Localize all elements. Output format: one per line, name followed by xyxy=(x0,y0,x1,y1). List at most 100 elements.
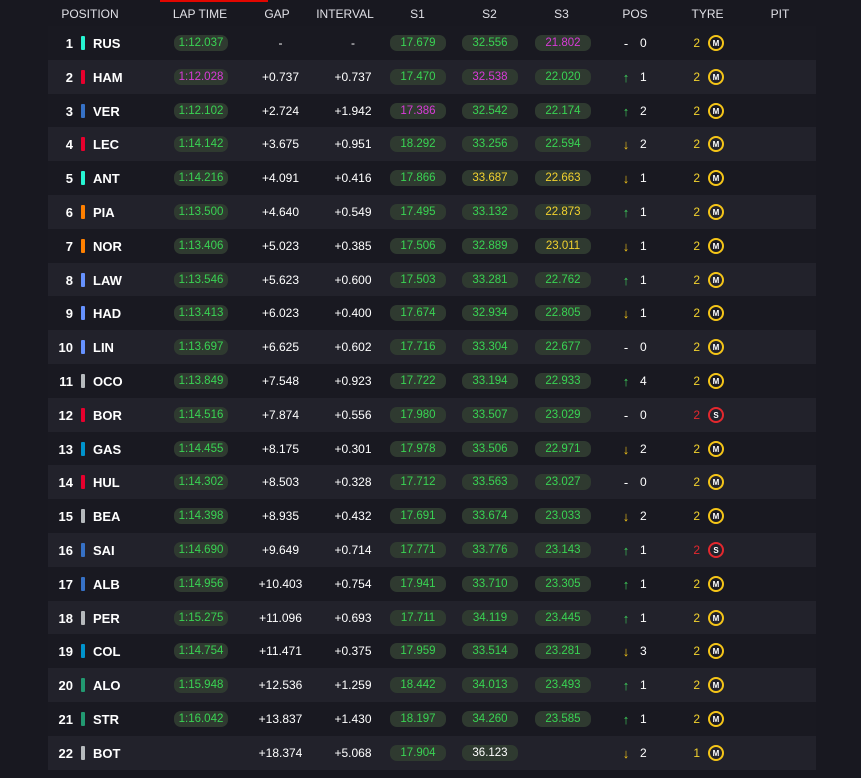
sector-3-time: 23.029 xyxy=(535,407,591,423)
driver-code[interactable]: BEA xyxy=(93,499,153,533)
table-row[interactable]: 4 LEC 1:14.142 +3.675 +0.951 18.292 33.2… xyxy=(48,127,816,161)
driver-code[interactable]: PER xyxy=(93,601,153,635)
table-row[interactable]: 19 COL 1:14.754 +11.471 +0.375 17.959 33… xyxy=(48,634,816,668)
table-row[interactable]: 15 BEA 1:14.398 +8.935 +0.432 17.691 33.… xyxy=(48,499,816,533)
header-interval[interactable]: INTERVAL xyxy=(310,7,380,21)
table-row[interactable]: 22 BOT +18.374 +5.068 17.904 36.123 ↓ 2 xyxy=(48,736,816,770)
gap-value: +8.935 xyxy=(261,509,300,523)
position-change: ↑ 1 xyxy=(618,567,668,601)
header-s2[interactable]: S2 xyxy=(472,7,507,21)
table-row[interactable]: 21 STR 1:16.042 +13.837 +1.430 18.197 34… xyxy=(48,702,816,736)
driver-code[interactable]: ALB xyxy=(93,567,153,601)
driver-code[interactable]: LIN xyxy=(93,330,153,364)
table-row[interactable]: 14 HUL 1:14.302 +8.503 +0.328 17.712 33.… xyxy=(48,465,816,499)
driver-code[interactable]: COL xyxy=(93,634,153,668)
driver-code[interactable]: ANT xyxy=(93,161,153,195)
table-row[interactable]: 1 RUS 1:12.037 - - 17.679 32.556 21.802 … xyxy=(48,26,816,60)
tyre-age: 2 xyxy=(693,239,700,253)
medium-tyre-icon: M xyxy=(708,339,724,355)
lap-time-cell: 1:12.102 xyxy=(172,94,230,128)
header-pos[interactable]: POS xyxy=(615,7,655,21)
sector-1-time: 17.959 xyxy=(390,643,446,659)
header-position[interactable]: POSITION xyxy=(50,7,130,21)
header-s3[interactable]: S3 xyxy=(544,7,579,21)
driver-code[interactable]: OCO xyxy=(93,364,153,398)
table-row[interactable]: 20 ALO 1:15.948 +12.536 +1.259 18.442 34… xyxy=(48,668,816,702)
driver-code[interactable]: PIA xyxy=(93,195,153,229)
table-row[interactable]: 5 ANT 1:14.216 +4.091 +0.416 17.866 33.6… xyxy=(48,161,816,195)
medium-tyre-icon: M xyxy=(708,610,724,626)
sector-3-cell: 22.971 xyxy=(535,432,591,466)
driver-code[interactable]: HAM xyxy=(93,60,153,94)
tyre-compound-letter: M xyxy=(712,38,720,48)
position-down-arrow-icon: ↓ xyxy=(622,305,630,321)
driver-code[interactable]: HAD xyxy=(93,296,153,330)
sector-2-cell: 34.119 xyxy=(462,601,518,635)
lap-time: 1:12.037 xyxy=(173,35,229,51)
sector-3-cell: 23.445 xyxy=(535,601,591,635)
tyre-age: 2 xyxy=(693,509,700,523)
gap-value: +0.737 xyxy=(261,70,300,84)
position-up-arrow-icon: ↑ xyxy=(622,677,630,693)
tyre-compound-letter: M xyxy=(712,241,720,251)
sector-1-time: 17.722 xyxy=(390,373,446,389)
table-row[interactable]: 17 ALB 1:14.956 +10.403 +0.754 17.941 33… xyxy=(48,567,816,601)
sector-1-time: 17.904 xyxy=(390,745,446,761)
header-pit[interactable]: PIT xyxy=(760,7,800,21)
table-row[interactable]: 9 HAD 1:13.413 +6.023 +0.400 17.674 32.9… xyxy=(48,296,816,330)
table-row[interactable]: 16 SAI 1:14.690 +9.649 +0.714 17.771 33.… xyxy=(48,533,816,567)
table-row[interactable]: 3 VER 1:12.102 +2.724 +1.942 17.386 32.5… xyxy=(48,94,816,128)
position-change: ↑ 1 xyxy=(618,60,668,94)
lap-time-cell: 1:13.406 xyxy=(172,229,230,263)
driver-code[interactable]: LAW xyxy=(93,263,153,297)
position-change-value: 0 xyxy=(640,408,647,422)
sector-2-time: 33.194 xyxy=(462,373,518,389)
lap-time-cell: 1:14.302 xyxy=(172,465,230,499)
position-change: ↑ 1 xyxy=(618,601,668,635)
tyre-age: 2 xyxy=(693,273,700,287)
driver-code[interactable]: BOT xyxy=(93,736,153,770)
table-row[interactable]: 2 HAM 1:12.028 +0.737 +0.737 17.470 32.5… xyxy=(48,60,816,94)
header-lap-time[interactable]: LAP TIME xyxy=(160,7,240,21)
position-number: 1 xyxy=(65,35,73,51)
tyre-cell: 2 M xyxy=(688,668,732,702)
table-row[interactable]: 7 NOR 1:13.406 +5.023 +0.385 17.506 32.8… xyxy=(48,229,816,263)
tyre-cell: 2 M xyxy=(688,634,732,668)
position-change-value: 1 xyxy=(640,611,647,625)
table-row[interactable]: 10 LIN 1:13.697 +6.625 +0.602 17.716 33.… xyxy=(48,330,816,364)
driver-code[interactable]: STR xyxy=(93,702,153,736)
tyre-compound-letter: M xyxy=(712,139,720,149)
table-row[interactable]: 8 LAW 1:13.546 +5.623 +0.600 17.503 33.2… xyxy=(48,263,816,297)
header-gap[interactable]: GAP xyxy=(247,7,307,21)
table-row[interactable]: 11 OCO 1:13.849 +7.548 +0.923 17.722 33.… xyxy=(48,364,816,398)
sector-1-cell: 17.711 xyxy=(390,601,446,635)
table-row[interactable]: 6 PIA 1:13.500 +4.640 +0.549 17.495 33.1… xyxy=(48,195,816,229)
header-tyre[interactable]: TYRE xyxy=(685,7,730,21)
medium-tyre-icon: M xyxy=(708,373,724,389)
position-unchanged-dash-icon: - xyxy=(623,407,629,423)
sector-2-cell: 32.889 xyxy=(462,229,518,263)
table-row[interactable]: 12 BOR 1:14.516 +7.874 +0.556 17.980 33.… xyxy=(48,398,816,432)
table-row[interactable]: 13 GAS 1:14.455 +8.175 +0.301 17.978 33.… xyxy=(48,432,816,466)
header-s1[interactable]: S1 xyxy=(400,7,435,21)
driver-code[interactable]: SAI xyxy=(93,533,153,567)
tyre-cell: 2 M xyxy=(688,263,732,297)
driver-code[interactable]: LEC xyxy=(93,127,153,161)
lap-time: 1:14.455 xyxy=(173,441,229,457)
position-change: ↑ 1 xyxy=(618,533,668,567)
sector-3-time: 23.027 xyxy=(535,474,591,490)
driver-code[interactable]: GAS xyxy=(93,432,153,466)
position-change: ↓ 2 xyxy=(618,127,668,161)
driver-code[interactable]: ALO xyxy=(93,668,153,702)
sector-2-time: 33.132 xyxy=(462,204,518,220)
driver-code[interactable]: HUL xyxy=(93,465,153,499)
tyre-cell: 2 M xyxy=(688,465,732,499)
table-row[interactable]: 18 PER 1:15.275 +11.096 +0.693 17.711 34… xyxy=(48,601,816,635)
driver-code[interactable]: BOR xyxy=(93,398,153,432)
driver-code[interactable]: VER xyxy=(93,94,153,128)
driver-code[interactable]: NOR xyxy=(93,229,153,263)
position-number: 5 xyxy=(65,170,73,186)
driver-code[interactable]: RUS xyxy=(93,26,153,60)
sector-2-time: 34.119 xyxy=(462,610,518,626)
sector-2-time: 32.556 xyxy=(462,35,518,51)
